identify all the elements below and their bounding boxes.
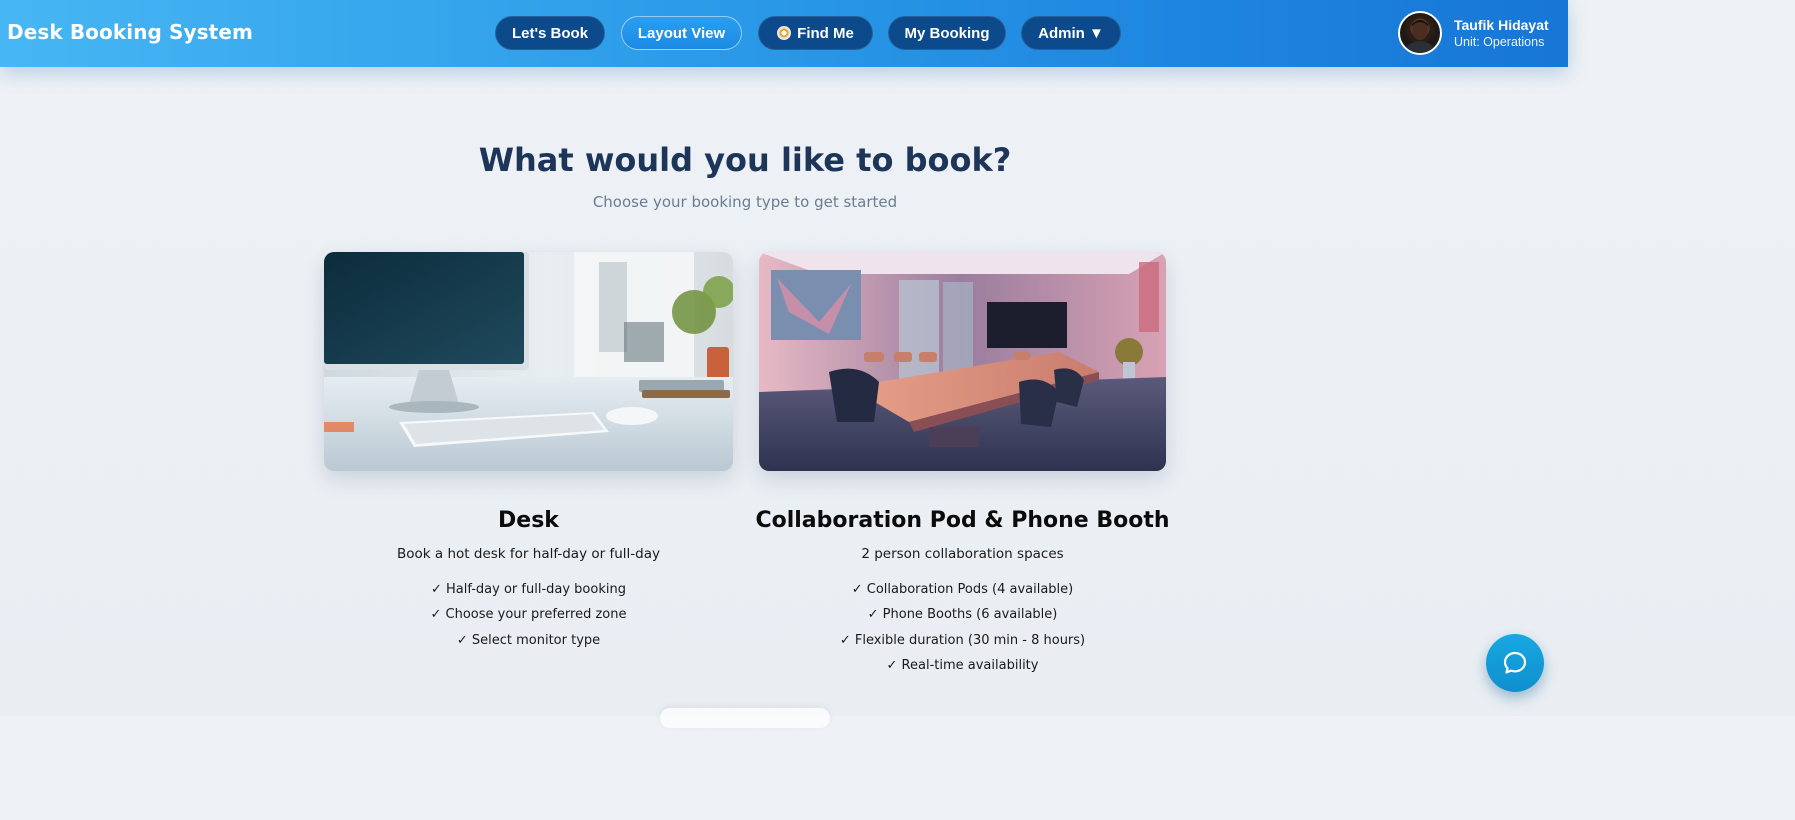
nav-label: Admin ▼ [1038, 24, 1104, 42]
nav-label: Find Me [797, 24, 854, 42]
feature-item: ✓ Half-day or full-day booking [431, 582, 626, 597]
collaboration-booking-card[interactable]: Collaboration Pod & Phone Booth 2 person… [755, 252, 1170, 673]
nav-admin-dropdown[interactable]: Admin ▼ [1021, 16, 1121, 50]
page-subtitle: Choose your booking type to get started [592, 193, 898, 211]
desk-booking-card[interactable]: Desk Book a hot desk for half-day or ful… [324, 252, 733, 648]
next-section-peek [660, 708, 830, 728]
feature-item: ✓ Flexible duration (30 min - 8 hours) [839, 632, 1086, 648]
nav-label: My Booking [904, 24, 990, 42]
nav-find-me-button[interactable]: Find Me [758, 16, 873, 50]
chat-button[interactable] [1486, 634, 1544, 692]
main-nav: Let's Book Layout View Find Me My Bookin… [0, 16, 1568, 50]
collaboration-feature-list: ✓ Collaboration Pods (4 available) ✓ Pho… [719, 581, 1206, 683]
collaboration-card-title: Collaboration Pod & Phone Booth [755, 508, 1170, 533]
user-name: Taufik Hidayat [1454, 17, 1549, 33]
chat-bubble-icon [1503, 651, 1527, 674]
feature-item: ✓ Select monitor type [456, 632, 601, 648]
collaboration-card-description: 2 person collaboration spaces [861, 546, 1064, 562]
desk-workspace-photo[interactable] [324, 252, 733, 471]
nav-label: Layout View [637, 24, 726, 42]
avatar[interactable] [1398, 11, 1442, 55]
user-unit: Unit: Operations [1454, 35, 1545, 49]
feature-item: ✓ Collaboration Pods (4 available) [851, 582, 1074, 597]
desk-card-description: Book a hot desk for half-day or full-day [397, 546, 660, 562]
nav-label: Let's Book [511, 24, 589, 42]
feature-item: ✓ Real-time availability [886, 658, 1039, 674]
meeting-room-photo[interactable] [759, 252, 1166, 471]
compass-icon [777, 26, 792, 40]
nav-my-booking-button[interactable]: My Booking [888, 16, 1006, 50]
nav-layout-view-button[interactable]: Layout View [621, 16, 742, 50]
top-navigation-bar: Desk Booking System Let's Book Layout Vi… [0, 0, 1568, 67]
desk-feature-list: ✓ Half-day or full-day booking ✓ Choose … [284, 581, 773, 657]
feature-item: ✓ Phone Booths (6 available) [867, 607, 1058, 623]
feature-item: ✓ Choose your preferred zone [430, 607, 627, 623]
nav-lets-book-button[interactable]: Let's Book [495, 16, 605, 50]
page-title: What would you like to book? [478, 141, 1012, 179]
